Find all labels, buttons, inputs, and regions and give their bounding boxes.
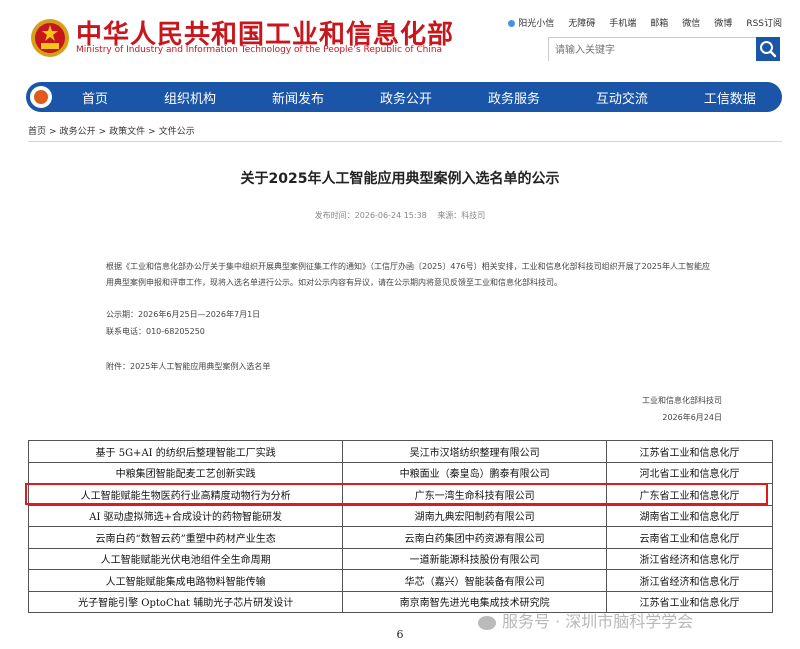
department-cell: 江苏省工业和信息化厅 — [605, 440, 774, 463]
watermark: 服务号 · 深圳市脑科学学会 — [478, 608, 693, 632]
contact-phone: 联系电话：010-68205250 — [106, 327, 205, 336]
case-name-cell: 光子智能引擎 OptoChat 辅助光子芯片研发设计 — [27, 590, 344, 613]
notice-period: 公示期：2026年6月25日—2026年7月1日 — [106, 310, 261, 319]
article-source: 来源：科技司 — [437, 211, 486, 220]
case-name-cell: AI 驱动虚拟筛选+合成设计的药物智能研发 — [27, 504, 344, 527]
department-cell: 云南省工业和信息化厅 — [605, 526, 774, 549]
article-paragraph: 根据《工业和信息化部办公厅关于集中组织开展典型案例征集工作的通知》（工信厅办函〔… — [106, 262, 710, 287]
company-cell: 一道新能源科技股份有限公司 — [342, 547, 607, 570]
search-button[interactable] — [756, 37, 780, 61]
table-row: 人工智能赋能光伏电池组件全生命周期 一道新能源科技股份有限公司 浙江省经济和信息化厅 — [27, 547, 774, 570]
nav-news[interactable]: 新闻发布 — [256, 88, 340, 107]
signature: 工业和信息化部科技司 — [642, 396, 722, 405]
article-title: 关于2025年人工智能应用典型案例入选名单的公示 — [240, 171, 560, 187]
table-row: AI 驱动虚拟筛选+合成设计的药物智能研发 湖南九典宏阳制药有限公司 湖南省工业和信… — [27, 504, 774, 527]
nav-government-affairs[interactable]: 政务公开 — [364, 88, 448, 107]
breadcrumb-home[interactable]: 首页 — [28, 127, 46, 137]
department-cell: 浙江省经济和信息化厅 — [605, 569, 774, 592]
company-cell: 华芯（嘉兴）智能装备有限公司 — [342, 569, 607, 592]
search-icon — [760, 41, 777, 58]
company-cell: 吴江市汉塔纺织整理有限公司 — [342, 440, 607, 463]
company-cell: 中粮面业（秦皇岛）鹏泰有限公司 — [342, 461, 607, 484]
site-header: 中华人民共和国工业和信息化部 Ministry of Industry and … — [0, 0, 800, 80]
company-cell: 云南白药集团中药资源有限公司 — [342, 526, 607, 549]
case-list-table: 基于 5G+AI 的纺织后整理智能工厂实践 吴江市汉塔纺织整理有限公司 江苏省工业和… — [27, 440, 774, 613]
highlight-box — [25, 483, 768, 505]
table-row: 中粮集团智能配麦工艺创新实践 中粮面业（秦皇岛）鹏泰有限公司 河北省工业和信息化厅 — [27, 461, 774, 484]
divider — [28, 141, 782, 142]
table-row: 云南白药“数智云药”重塑中药材产业生态 云南白药集团中药资源有限公司 云南省工业和信… — [27, 526, 774, 549]
nav-data[interactable]: 工信数据 — [688, 88, 772, 107]
attachment-label[interactable]: 附件：2025年人工智能应用典型案例入选名单 — [106, 361, 270, 372]
main-nav: 首页 组织机构 新闻发布 政务公开 政务服务 互动交流 工信数据 — [26, 82, 782, 112]
case-name-cell: 云南白药“数智云药”重塑中药材产业生态 — [27, 526, 344, 549]
nav-services[interactable]: 政务服务 — [472, 88, 556, 107]
national-emblem-icon — [31, 19, 69, 57]
article-meta: 发布时间：2026-06-24 15:38 来源：科技司 — [0, 210, 800, 221]
signature-date: 2026年6月24日 — [662, 413, 722, 422]
nav-interaction[interactable]: 互动交流 — [580, 88, 664, 107]
breadcrumb-separator: > — [49, 127, 57, 137]
search-input[interactable] — [549, 39, 761, 62]
department-cell: 湖南省工业和信息化厅 — [605, 504, 774, 527]
breadcrumb-file-notice[interactable]: 文件公示 — [159, 127, 195, 137]
top-link-accessibility[interactable]: 无障碍 — [568, 16, 595, 29]
breadcrumb-separator: > — [148, 127, 156, 137]
nav-home[interactable]: 首页 — [66, 88, 124, 107]
top-link-mobile[interactable]: 手机端 — [609, 16, 636, 29]
department-cell: 河北省工业和信息化厅 — [605, 461, 774, 484]
location-pin-icon — [508, 20, 516, 27]
top-link-rss[interactable]: RSS订阅 — [746, 16, 782, 29]
case-name-cell: 人工智能赋能光伏电池组件全生命周期 — [27, 547, 344, 570]
top-link-weibo[interactable]: 微博 — [714, 16, 732, 29]
publish-time: 发布时间：2026-06-24 15:38 — [314, 211, 427, 220]
table-row: 基于 5G+AI 的纺织后整理智能工厂实践 吴江市汉塔纺织整理有限公司 江苏省工业和… — [27, 440, 774, 463]
top-link-yangguang[interactable]: 阳光小信 — [508, 16, 554, 29]
top-link-mail[interactable]: 邮箱 — [650, 16, 668, 29]
search-box — [548, 37, 780, 62]
company-cell: 湖南九典宏阳制药有限公司 — [342, 504, 607, 527]
site-subtitle: Ministry of Industry and Information Tec… — [76, 45, 443, 55]
breadcrumb-separator: > — [98, 127, 107, 137]
breadcrumb: 首页 > 政务公开 > 政策文件 > 文件公示 — [28, 124, 195, 137]
top-link-wechat[interactable]: 微信 — [682, 16, 700, 29]
top-links: 阳光小信 无障碍 手机端 邮箱 微信 微博 RSS订阅 — [508, 16, 782, 29]
department-cell: 浙江省经济和信息化厅 — [605, 547, 774, 570]
table-row: 人工智能赋能集成电路物料智能传输 华芯（嘉兴）智能装备有限公司 浙江省经济和信息化厅 — [27, 569, 774, 592]
breadcrumb-government-affairs[interactable]: 政务公开 — [60, 127, 96, 137]
case-name-cell: 人工智能赋能集成电路物料智能传输 — [27, 569, 344, 592]
case-name-cell: 中粮集团智能配麦工艺创新实践 — [27, 461, 344, 484]
nav-organization[interactable]: 组织机构 — [148, 88, 232, 107]
breadcrumb-policy-files[interactable]: 政策文件 — [109, 127, 145, 137]
miit-logo-icon — [30, 86, 52, 108]
wechat-icon — [478, 615, 496, 630]
case-name-cell: 基于 5G+AI 的纺织后整理智能工厂实践 — [27, 440, 344, 463]
